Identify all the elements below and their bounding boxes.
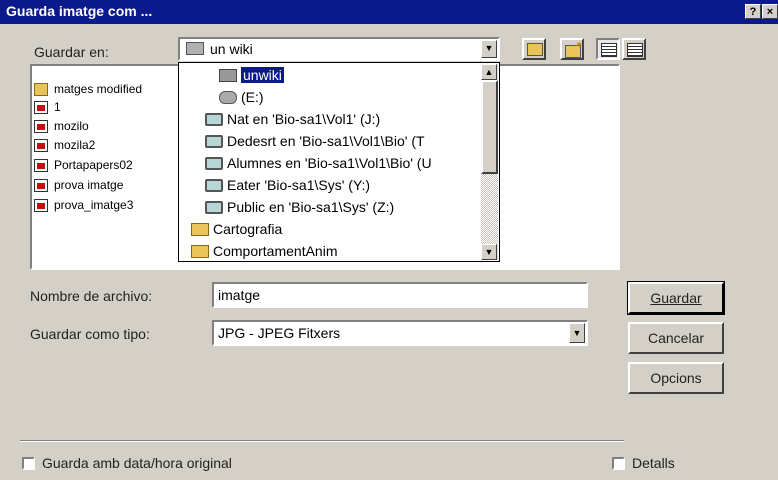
dropdown-item[interactable]: Cartografia: [191, 219, 282, 239]
folder-icon: [34, 82, 48, 96]
scroll-up-button[interactable]: ▲: [481, 64, 497, 80]
details-label: Detalls: [632, 455, 675, 471]
image-file-icon: [34, 138, 48, 152]
save-button[interactable]: Guardar: [627, 281, 725, 315]
cancel-button[interactable]: Cancelar: [628, 322, 724, 354]
save-in-label: Guardar en:: [34, 44, 109, 60]
filetype-dropdown-arrow[interactable]: ▼: [569, 323, 585, 343]
image-file-icon: [34, 100, 48, 114]
save-in-dropdown-arrow[interactable]: ▼: [481, 40, 497, 58]
details-view-icon: [627, 43, 643, 57]
original-date-label: Guarda amb data/hora original: [42, 455, 232, 471]
title-bar: Guarda imatge com ... ? ×: [0, 0, 778, 24]
separator: [20, 440, 624, 442]
help-button[interactable]: ?: [745, 4, 761, 19]
folder-icon: [191, 244, 209, 258]
sparkle-icon: ✶: [575, 40, 584, 51]
folder-icon: [186, 42, 204, 55]
list-view-button[interactable]: [596, 38, 620, 60]
network-drive-icon: [205, 178, 223, 192]
list-item[interactable]: Portapapers02: [34, 156, 133, 174]
image-file-icon: [34, 119, 48, 133]
dialog-title: Guarda imatge com ...: [6, 3, 153, 19]
scroll-thumb[interactable]: [481, 80, 498, 174]
options-button[interactable]: Opcions: [628, 362, 724, 394]
new-folder-button[interactable]: ✶: [560, 38, 584, 60]
dropdown-item[interactable]: (E:): [219, 87, 264, 107]
list-item[interactable]: mozila2: [34, 136, 95, 154]
filename-label: Nombre de archivo:: [30, 288, 153, 304]
close-button[interactable]: ×: [762, 4, 778, 19]
network-drive-icon: [205, 134, 223, 148]
list-item[interactable]: mozilo: [34, 117, 89, 135]
original-date-checkbox[interactable]: [22, 457, 35, 470]
save-in-value: un wiki: [210, 41, 253, 57]
folder-icon: [191, 222, 209, 236]
filename-input[interactable]: imatge: [212, 282, 588, 308]
list-view-icon: [601, 43, 617, 57]
image-file-icon: [34, 198, 48, 212]
folder-icon: [219, 68, 237, 82]
drive-icon: [219, 90, 237, 104]
dropdown-item[interactable]: Dedesrt en 'Bio-sa1\Vol1\Bio' (T: [205, 131, 425, 151]
list-item[interactable]: 1: [34, 98, 61, 116]
filename-value: imatge: [218, 287, 261, 303]
scroll-down-button[interactable]: ▼: [481, 244, 497, 260]
dropdown-item[interactable]: Eater 'Bio-sa1\Sys' (Y:): [205, 175, 370, 195]
image-file-icon: [34, 158, 48, 172]
list-item[interactable]: prova imatge: [34, 176, 123, 194]
dropdown-item[interactable]: Alumnes en 'Bio-sa1\Vol1\Bio' (U: [205, 153, 432, 173]
list-item[interactable]: prova_imatge3: [34, 196, 133, 214]
filetype-select[interactable]: JPG - JPEG Fitxers ▼: [212, 320, 588, 346]
filetype-label: Guardar como tipo:: [30, 326, 150, 342]
network-drive-icon: [205, 200, 223, 214]
dropdown-item[interactable]: Nat en 'Bio-sa1\Vol1' (J:): [205, 109, 380, 129]
dropdown-item[interactable]: unwiki: [219, 65, 284, 85]
dropdown-item[interactable]: Public en 'Bio-sa1\Sys' (Z:): [205, 197, 394, 217]
list-item[interactable]: matges modified: [34, 80, 142, 98]
filetype-value: JPG - JPEG Fitxers: [218, 325, 341, 341]
dropdown-scrollbar[interactable]: ▲ ▼: [481, 64, 498, 260]
save-in-combo[interactable]: un wiki ▼: [178, 37, 500, 61]
details-checkbox[interactable]: [612, 457, 625, 470]
location-dropdown-list[interactable]: unwiki (E:) Nat en 'Bio-sa1\Vol1' (J:) D…: [178, 62, 500, 262]
network-drive-icon: [205, 156, 223, 170]
image-file-icon: [34, 178, 48, 192]
up-one-level-button[interactable]: [522, 38, 546, 60]
dropdown-item[interactable]: ComportamentAnim: [191, 241, 338, 261]
folder-up-icon: [527, 43, 543, 56]
network-drive-icon: [205, 112, 223, 126]
details-view-button[interactable]: [622, 38, 646, 60]
